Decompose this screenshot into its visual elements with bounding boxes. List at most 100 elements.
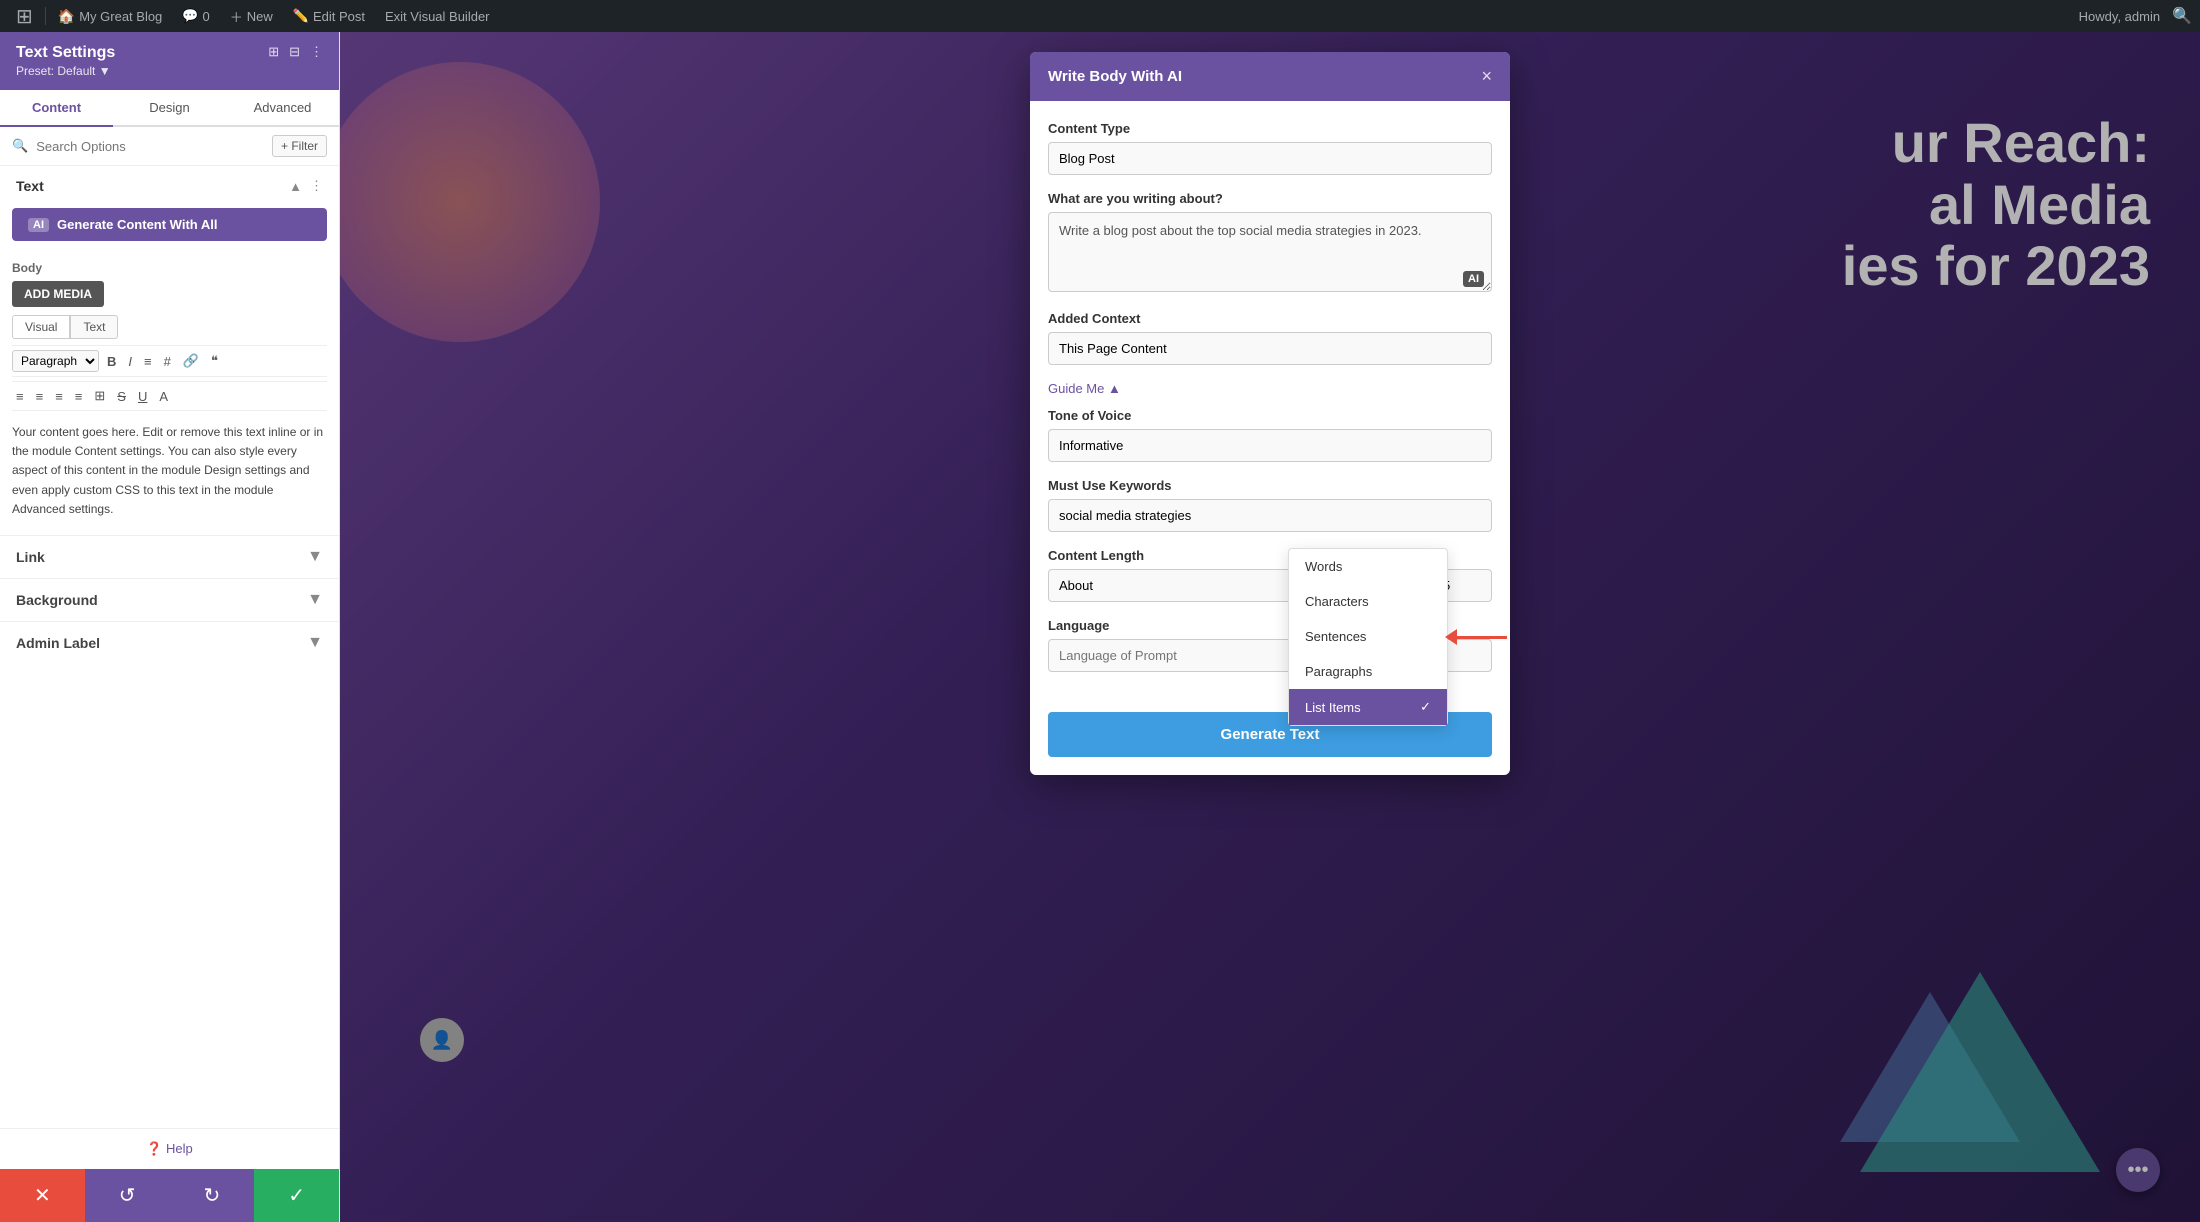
align-center[interactable]: ≡ — [32, 387, 48, 406]
content-type-label: Content Type — [1048, 121, 1492, 136]
modal-close-button[interactable]: × — [1481, 66, 1492, 87]
guide-me-link[interactable]: Guide Me ▲ — [1048, 381, 1492, 396]
align-justify[interactable]: ≡ — [71, 387, 87, 406]
link-section[interactable]: Link ▼ — [0, 535, 339, 578]
dropdown-item-list-items[interactable]: List Items ✓ — [1289, 689, 1447, 725]
editor-tab-text[interactable]: Text — [70, 315, 118, 339]
content-type-select[interactable]: Blog Post — [1048, 142, 1492, 175]
edit-post-link[interactable]: ✏️ Edit Post — [285, 0, 373, 32]
sidebar-title: Text Settings — [16, 44, 115, 62]
align-right[interactable]: ≡ — [51, 387, 67, 406]
ol-button[interactable]: # — [160, 352, 175, 371]
generate-content-button[interactable]: AI Generate Content With All — [12, 208, 327, 241]
user-greeting: Howdy, admin — [2071, 9, 2168, 24]
admin-label-section-label: Admin Label — [16, 635, 100, 651]
comments-link[interactable]: 💬 0 — [174, 0, 217, 32]
writing-about-label: What are you writing about? — [1048, 191, 1492, 206]
modal-title: Write Body With AI — [1048, 68, 1182, 85]
background-chevron: ▼ — [307, 591, 323, 609]
exit-builder-link[interactable]: Exit Visual Builder — [377, 0, 498, 32]
save-button[interactable]: ✓ — [254, 1169, 339, 1222]
search-icon: 🔍 — [12, 138, 28, 154]
keywords-input[interactable] — [1048, 499, 1492, 532]
dropdown-item-characters[interactable]: Characters — [1289, 584, 1447, 619]
settings-sidebar: Text Settings Preset: Default ▼ ⊞ ⊟ ⋮ Co… — [0, 32, 340, 1222]
ul-button[interactable]: ≡ — [140, 352, 156, 371]
text-section-more[interactable]: ⋮ — [310, 178, 323, 194]
body-label: Body — [12, 261, 327, 275]
content-type-group: Content Type Blog Post — [1048, 121, 1492, 175]
content-editable[interactable]: Your content goes here. Edit or remove t… — [12, 415, 327, 527]
writing-about-group: What are you writing about? Write a blog… — [1048, 191, 1492, 295]
dropdown-item-words[interactable]: Words — [1289, 549, 1447, 584]
page-preview: ur Reach: al Media ies for 2023 👤 ••• Wr… — [340, 32, 2200, 1222]
undo-button[interactable]: ↺ — [85, 1169, 170, 1222]
modal-overlay: Write Body With AI × Content Type Blog P… — [340, 32, 2200, 1222]
strikethrough[interactable]: S — [113, 387, 130, 406]
background-section[interactable]: Background ▼ — [0, 578, 339, 621]
tab-design[interactable]: Design — [113, 90, 226, 127]
sidebar-icon-columns[interactable]: ⊟ — [289, 44, 300, 60]
wp-logo[interactable]: ⊞ — [8, 0, 41, 32]
ai-badge: AI — [28, 218, 49, 232]
editor-toolbar-2: ≡ ≡ ≡ ≡ ⊞ S U A — [12, 381, 327, 411]
content-length-group: Content Length About Words Characters Se… — [1048, 548, 1492, 602]
tone-of-voice-label: Tone of Voice — [1048, 408, 1492, 423]
link-button[interactable]: 🔗 — [179, 351, 203, 371]
added-context-select[interactable]: This Page Content — [1048, 332, 1492, 365]
action-bar: ✕ ↺ ↻ ✓ — [0, 1169, 339, 1222]
admin-label-chevron: ▼ — [307, 634, 323, 652]
keywords-label: Must Use Keywords — [1048, 478, 1492, 493]
sidebar-icon-grid[interactable]: ⊞ — [268, 44, 279, 60]
editor-tab-visual[interactable]: Visual — [12, 315, 70, 339]
editor-tabs: Visual Text — [12, 315, 327, 339]
editor-toolbar: Paragraph B I ≡ # 🔗 ❝ — [12, 345, 327, 377]
dropdown-item-paragraphs[interactable]: Paragraphs — [1289, 654, 1447, 689]
added-context-label: Added Context — [1048, 311, 1492, 326]
arrow-indicator — [1445, 629, 1507, 645]
tone-of-voice-select[interactable]: Informative — [1048, 429, 1492, 462]
sidebar-icon-more[interactable]: ⋮ — [310, 44, 323, 60]
sidebar-tabs: Content Design Advanced — [0, 90, 339, 127]
delete-button[interactable]: ✕ — [0, 1169, 85, 1222]
table-button[interactable]: ⊞ — [90, 386, 109, 406]
preset-selector[interactable]: Preset: Default ▼ — [16, 64, 115, 78]
tone-of-voice-group: Tone of Voice Informative — [1048, 408, 1492, 462]
tab-advanced[interactable]: Advanced — [226, 90, 339, 127]
bold-button[interactable]: B — [103, 352, 120, 371]
text-section-chevron-up[interactable]: ▲ — [289, 179, 302, 194]
link-chevron: ▼ — [307, 548, 323, 566]
dropdown-item-sentences[interactable]: Sentences — [1289, 619, 1447, 654]
italic-button[interactable]: I — [124, 352, 136, 371]
writing-about-textarea[interactable]: Write a blog post about the top social m… — [1048, 212, 1492, 292]
ai-write-modal: Write Body With AI × Content Type Blog P… — [1030, 52, 1510, 775]
add-media-button[interactable]: ADD MEDIA — [12, 281, 104, 307]
sidebar-header: Text Settings Preset: Default ▼ ⊞ ⊟ ⋮ — [0, 32, 339, 90]
help-link[interactable]: ❓ Help — [0, 1128, 339, 1169]
search-icon[interactable]: 🔍 — [2172, 6, 2192, 26]
link-section-label: Link — [16, 549, 45, 565]
text-section-header[interactable]: Text ▲ ⋮ — [0, 166, 339, 202]
text-section-title: Text — [16, 178, 44, 194]
tab-content[interactable]: Content — [0, 90, 113, 127]
keywords-group: Must Use Keywords — [1048, 478, 1492, 532]
underline[interactable]: U — [134, 387, 151, 406]
search-row: 🔍 + Filter — [0, 127, 339, 166]
modal-header: Write Body With AI × — [1030, 52, 1510, 101]
align-left[interactable]: ≡ — [12, 387, 28, 406]
font-color[interactable]: A — [155, 387, 172, 406]
paragraph-select[interactable]: Paragraph — [12, 350, 99, 372]
added-context-group: Added Context This Page Content — [1048, 311, 1492, 365]
filter-button[interactable]: + Filter — [272, 135, 327, 157]
quote-button[interactable]: ❝ — [207, 351, 222, 371]
blog-name-link[interactable]: 🏠 My Great Blog — [50, 0, 171, 32]
redo-button[interactable]: ↻ — [170, 1169, 255, 1222]
admin-label-section[interactable]: Admin Label ▼ — [0, 621, 339, 664]
search-input[interactable] — [36, 139, 264, 154]
background-section-label: Background — [16, 592, 98, 608]
new-link[interactable]: ＋ New — [222, 0, 281, 32]
content-length-dropdown: Words Characters Sentences Paragraphs Li… — [1288, 548, 1448, 726]
body-section: Body ADD MEDIA Visual Text Paragraph B I… — [0, 253, 339, 535]
selected-checkmark: ✓ — [1420, 699, 1431, 715]
wordpress-admin-bar: ⊞ 🏠 My Great Blog 💬 0 ＋ New ✏️ Edit Post… — [0, 0, 2200, 32]
